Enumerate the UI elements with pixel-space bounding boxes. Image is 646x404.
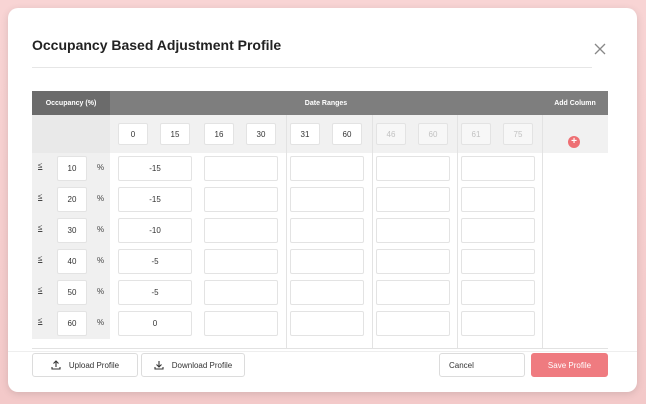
adjustment-input[interactable] (376, 187, 450, 212)
grid-header: Occupancy (%) Date Ranges Add Column (32, 91, 608, 115)
adjustment-input[interactable] (461, 311, 535, 336)
header-add-column: Add Column (554, 99, 596, 107)
range-5-to: 75 (503, 123, 533, 145)
adjustment-input[interactable] (461, 280, 535, 305)
footer-divider (8, 351, 637, 352)
percent-label: % (97, 163, 105, 172)
occupancy-input[interactable]: 50 (57, 280, 87, 305)
percent-label: % (97, 318, 105, 327)
adjustment-input[interactable] (461, 156, 535, 181)
percent-label: % (97, 194, 105, 203)
date-range-row: 0 15 16 30 31 60 46 60 61 75 (32, 115, 608, 153)
occupancy-input[interactable]: 60 (57, 311, 87, 336)
occupancy-cell: ≤30% (32, 215, 110, 246)
percent-label: % (97, 225, 105, 234)
adjustment-input[interactable] (376, 156, 450, 181)
download-icon (154, 360, 164, 370)
less-equal-operator[interactable]: ≤ (38, 316, 42, 325)
adjustment-input[interactable] (204, 249, 278, 274)
occupancy-cell: ≤40% (32, 246, 110, 277)
adjustment-input[interactable] (461, 187, 535, 212)
adjustment-profile-modal: Occupancy Based Adjustment Profile Occup… (8, 8, 637, 392)
adjustment-input[interactable]: -15 (118, 187, 192, 212)
less-equal-operator[interactable]: ≤ (38, 254, 42, 263)
modal-title: Occupancy Based Adjustment Profile (32, 37, 282, 53)
occupancy-cell: ≤10% (32, 153, 110, 184)
adjustment-input[interactable]: -15 (118, 156, 192, 181)
adjustment-input[interactable] (461, 249, 535, 274)
range-row-occupancy-cell (32, 115, 110, 153)
save-profile-button[interactable]: Save Profile (531, 353, 608, 377)
occupancy-input[interactable]: 40 (57, 249, 87, 274)
upload-profile-label: Upload Profile (68, 360, 120, 370)
occupancy-row: ≤20% -15 (32, 184, 608, 215)
occupancy-input[interactable]: 20 (57, 187, 87, 212)
adjustment-input[interactable]: 0 (118, 311, 192, 336)
occupancy-row: ≤60% 0 (32, 308, 608, 339)
add-column-button[interactable]: + (568, 136, 580, 148)
adjustment-input[interactable] (376, 218, 450, 243)
adjustment-input[interactable]: -5 (118, 280, 192, 305)
adjustment-input[interactable] (461, 218, 535, 243)
occupancy-cell: ≤20% (32, 184, 110, 215)
adjustment-input[interactable] (204, 187, 278, 212)
save-profile-label: Save Profile (547, 360, 592, 370)
adjustment-input[interactable] (290, 249, 364, 274)
occupancy-cell: ≤60% (32, 308, 110, 339)
close-icon[interactable] (594, 43, 606, 55)
cancel-button[interactable]: Cancel (439, 353, 525, 377)
adjustment-input[interactable] (290, 156, 364, 181)
occupancy-input[interactable]: 30 (57, 218, 87, 243)
download-profile-label: Download Profile (171, 360, 233, 370)
download-profile-button[interactable]: Download Profile (141, 353, 245, 377)
range-3-from[interactable]: 31 (290, 123, 320, 145)
occupancy-row: ≤10% -15 (32, 153, 608, 184)
adjustment-input[interactable] (204, 156, 278, 181)
occupancy-input[interactable]: 10 (57, 156, 87, 181)
cancel-label: Cancel (449, 360, 474, 370)
adjustment-input[interactable]: -10 (118, 218, 192, 243)
range-1-to[interactable]: 15 (160, 123, 190, 145)
range-4-from: 46 (376, 123, 406, 145)
header-date-ranges: Date Ranges (304, 99, 348, 107)
less-equal-operator[interactable]: ≤ (38, 192, 42, 201)
occupancy-row: ≤40% -5 (32, 246, 608, 277)
less-equal-operator[interactable]: ≤ (38, 285, 42, 294)
range-4-to: 60 (418, 123, 448, 145)
adjustment-input[interactable] (290, 280, 364, 305)
adjustment-input[interactable] (376, 249, 450, 274)
occupancy-cell: ≤50% (32, 277, 110, 308)
adjustment-input[interactable] (204, 280, 278, 305)
adjustment-input[interactable]: -5 (118, 249, 192, 274)
adjustment-input[interactable] (376, 311, 450, 336)
upload-icon (51, 360, 61, 370)
title-divider (32, 67, 592, 68)
range-5-from: 61 (461, 123, 491, 145)
less-equal-operator[interactable]: ≤ (38, 161, 42, 170)
adjustment-input[interactable] (204, 218, 278, 243)
percent-label: % (97, 287, 105, 296)
range-2-from[interactable]: 16 (204, 123, 234, 145)
adjustment-input[interactable] (290, 187, 364, 212)
adjustment-input[interactable] (290, 311, 364, 336)
range-1-from[interactable]: 0 (118, 123, 148, 145)
adjustment-input[interactable] (290, 218, 364, 243)
range-2-to[interactable]: 30 (246, 123, 276, 145)
upload-profile-button[interactable]: Upload Profile (32, 353, 138, 377)
occupancy-row: ≤50% -5 (32, 277, 608, 308)
adjustment-input[interactable] (376, 280, 450, 305)
adjustment-grid: Occupancy (%) Date Ranges Add Column 0 1… (32, 91, 608, 349)
range-3-to[interactable]: 60 (332, 123, 362, 145)
less-equal-operator[interactable]: ≤ (38, 223, 42, 232)
occupancy-row: ≤30% -10 (32, 215, 608, 246)
adjustment-input[interactable] (204, 311, 278, 336)
percent-label: % (97, 256, 105, 265)
header-occupancy: Occupancy (%) (32, 91, 110, 115)
